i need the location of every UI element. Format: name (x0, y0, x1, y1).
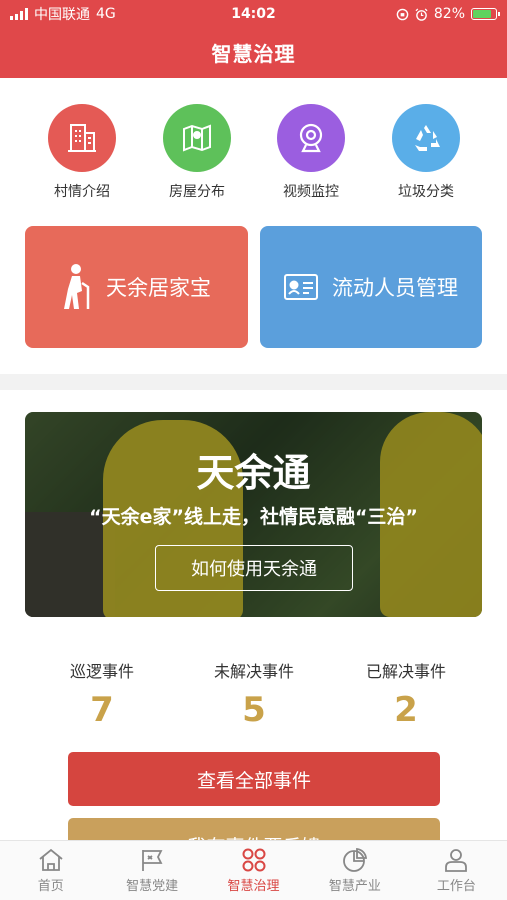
stat-resolved-events[interactable]: 已解决事件 2 (321, 658, 491, 730)
quick-item-village-intro[interactable]: 村情介绍 (27, 104, 137, 201)
recycle-icon (392, 104, 460, 172)
rotation-lock-icon (396, 8, 409, 20)
stat-patrol-events[interactable]: 巡逻事件 7 (17, 658, 187, 730)
tab-label: 智慧产业 (328, 878, 381, 894)
battery-icon (471, 8, 500, 20)
quick-item-housing[interactable]: 房屋分布 (142, 104, 252, 201)
flag-icon (142, 849, 163, 871)
view-all-events-button[interactable]: 查看全部事件 (68, 752, 440, 806)
quick-item-label: 视频监控 (283, 184, 339, 200)
carrier-name: 中国联通 (34, 7, 90, 23)
stat-value: 7 (90, 690, 114, 730)
tab-smart-industry[interactable]: 智慧产业 (304, 841, 405, 900)
floating-population-button[interactable]: 流动人员管理 (260, 226, 482, 348)
pie-chart-icon (343, 847, 367, 872)
status-bar: 中国联通 4G 14:02 82% (0, 0, 507, 28)
stat-label: 未解决事件 (213, 662, 294, 681)
elderly-person-icon (64, 264, 90, 309)
floating-population-label: 流动人员管理 (332, 276, 458, 300)
tab-party-building[interactable]: 智慧党建 (101, 841, 202, 900)
map-icon (163, 104, 231, 172)
user-icon (445, 848, 468, 872)
quick-item-garbage[interactable]: 垃圾分类 (371, 104, 481, 201)
page-title: 智慧治理 (211, 42, 296, 66)
quick-item-label: 垃圾分类 (398, 184, 454, 200)
id-card-icon (284, 274, 318, 300)
quick-item-label: 村情介绍 (54, 184, 110, 200)
how-to-use-button[interactable]: 如何使用天余通 (155, 545, 353, 591)
stat-value: 2 (394, 690, 418, 730)
stat-unresolved-events[interactable]: 未解决事件 5 (169, 658, 339, 730)
grid-icon (242, 848, 266, 871)
building-icon (48, 104, 116, 172)
signal-icon (10, 8, 28, 20)
app-header: 中国联通 4G 14:02 82% 智慧治理 (0, 0, 507, 78)
quick-item-label: 房屋分布 (169, 184, 225, 200)
promo-banner[interactable]: 天余通 “天余e家”线上走，社情民意融“三治” 如何使用天余通 (25, 412, 482, 617)
stat-value: 5 (242, 690, 266, 730)
events-section: 天余通 “天余e家”线上走，社情民意融“三治” 如何使用天余通 巡逻事件 7 未… (0, 390, 507, 872)
camera-icon (277, 104, 345, 172)
banner-title: 天余通 (196, 451, 311, 495)
stat-label: 已解决事件 (365, 662, 446, 681)
elderly-care-button[interactable]: 天余居家宝 (25, 226, 248, 348)
tab-label: 智慧党建 (126, 878, 179, 894)
quick-access-card: 村情介绍 房屋分布 视频监控 垃圾分类 天余居家宝 流动人员管理 (0, 78, 507, 374)
home-icon (39, 848, 63, 871)
bottom-tab-bar: 首页 智慧党建 智慧治理 智慧产业 工作台 (0, 840, 507, 900)
tab-workbench[interactable]: 工作台 (406, 841, 507, 900)
stat-label: 巡逻事件 (69, 662, 134, 681)
banner-subtitle: “天余e家”线上走，社情民意融“三治” (89, 506, 418, 528)
tab-label: 智慧治理 (227, 878, 280, 894)
tab-label: 首页 (37, 878, 64, 894)
alarm-icon (415, 8, 428, 21)
network-type: 4G (96, 6, 116, 22)
quick-item-video[interactable]: 视频监控 (256, 104, 366, 201)
battery-percent: 82% (433, 6, 465, 22)
tab-smart-governance[interactable]: 智慧治理 (203, 841, 304, 900)
tab-label: 工作台 (436, 878, 476, 894)
elderly-care-label: 天余居家宝 (106, 276, 211, 300)
tab-home[interactable]: 首页 (0, 841, 101, 900)
